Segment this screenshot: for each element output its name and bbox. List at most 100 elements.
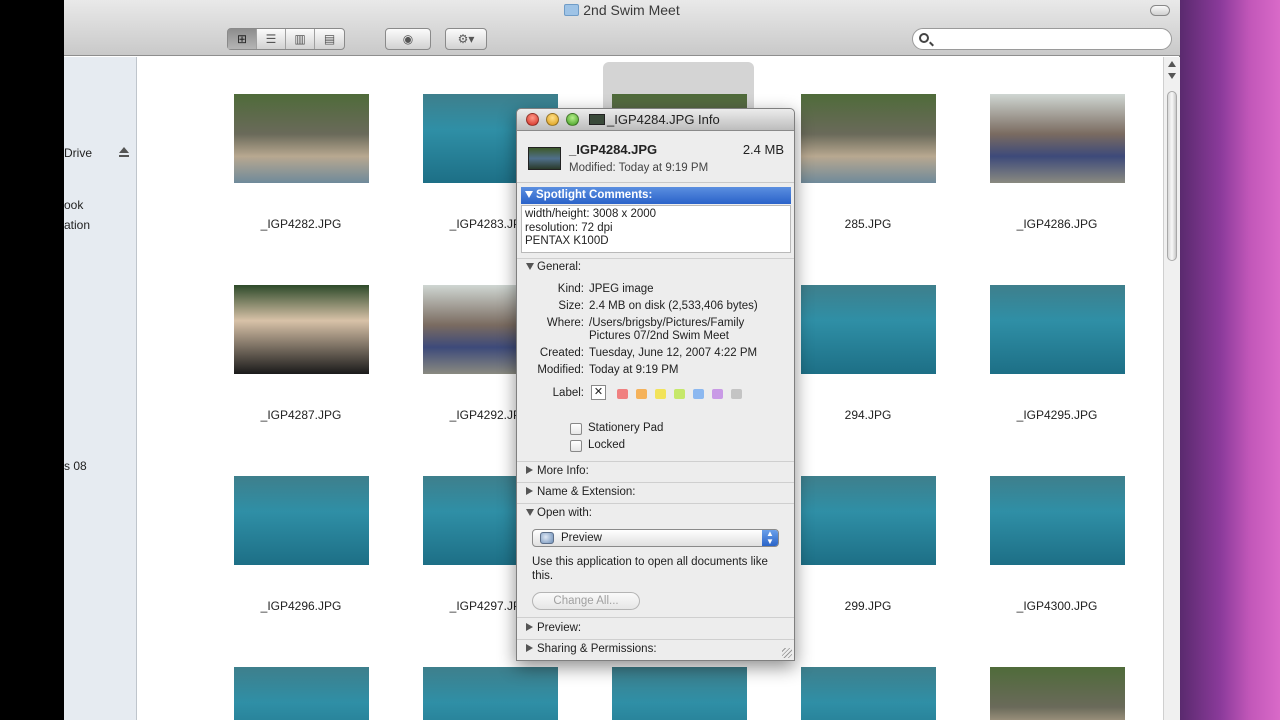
general-header-label: General:	[537, 261, 582, 273]
eject-icon[interactable]	[119, 147, 129, 157]
scroll-down-arrow-icon[interactable]	[1168, 73, 1176, 79]
thumbnail[interactable]	[990, 285, 1125, 374]
info-title-bar[interactable]: _IGP4284.JPG Info	[517, 109, 794, 131]
file-label[interactable]: _IGP4296.JPG	[221, 599, 381, 613]
file-modified: Modified: Today at 9:19 PM	[569, 162, 709, 174]
disclosure-triangle-icon	[526, 487, 533, 495]
gear-icon: ⚙▾	[457, 32, 475, 46]
section-divider	[517, 617, 794, 618]
resize-grip-icon[interactable]	[782, 648, 792, 658]
open-with-app-name: Preview	[561, 532, 602, 544]
label-purple-swatch[interactable]	[712, 389, 723, 399]
kind-value: JPEG image	[589, 283, 654, 295]
locked-label: Locked	[588, 439, 626, 451]
thumbnail[interactable]	[234, 285, 369, 374]
file-label[interactable]: 299.JPG	[818, 599, 918, 613]
vertical-scrollbar[interactable]	[1163, 57, 1180, 720]
modified-value: Today at 9:19 PM	[589, 364, 679, 376]
sidebar-item-book[interactable]: ook	[64, 198, 83, 212]
section-divider	[517, 482, 794, 483]
coverflow-view-icon[interactable]: ▤	[315, 29, 344, 49]
thumbnail[interactable]	[801, 476, 936, 565]
change-all-button[interactable]: Change All...	[532, 592, 640, 610]
label-key: Label:	[552, 387, 584, 399]
label-green-swatch[interactable]	[674, 389, 685, 399]
open-with-description: Use this application to open all documen…	[532, 556, 768, 582]
thumbnail[interactable]	[234, 476, 369, 565]
locked-checkbox[interactable]	[570, 440, 582, 452]
label-yellow-swatch[interactable]	[655, 389, 666, 399]
minimize-button[interactable]	[546, 113, 559, 126]
close-button[interactable]	[526, 113, 539, 126]
zoom-button[interactable]	[566, 113, 579, 126]
file-label[interactable]: 294.JPG	[818, 408, 918, 422]
label-none-button[interactable]: ✕	[591, 385, 606, 400]
info-title: _IGP4284.JPG Info	[589, 112, 720, 127]
section-divider	[517, 503, 794, 504]
file-preview-icon	[528, 147, 561, 170]
sidebar-item-drive[interactable]: Drive	[64, 146, 92, 160]
disclosure-triangle-icon	[526, 509, 534, 516]
preview-app-icon	[540, 532, 554, 544]
desktop-background	[1180, 0, 1280, 720]
view-mode-segmented-control[interactable]: ⊞ ☰ ▥ ▤	[227, 28, 345, 50]
title-bar: 2nd Swim Meet ⊞ ☰ ▥ ▤ ◉ ⚙▾	[64, 0, 1180, 56]
where-value: /Users/brigsby/Pictures/Family Pictures …	[589, 317, 745, 342]
thumbnail[interactable]	[612, 667, 747, 720]
thumbnail[interactable]	[990, 94, 1125, 183]
label-red-swatch[interactable]	[617, 389, 628, 399]
open-with-section-header[interactable]: Open with:	[526, 507, 592, 519]
thumbnail[interactable]	[423, 667, 558, 720]
sharing-permissions-label: Sharing & Permissions:	[537, 643, 657, 655]
size-value: 2.4 MB on disk (2,533,406 bytes)	[589, 300, 758, 312]
label-blue-swatch[interactable]	[693, 389, 704, 399]
file-label[interactable]: _IGP4286.JPG	[977, 217, 1137, 231]
spotlight-comments-header[interactable]: Spotlight Comments:	[521, 187, 791, 204]
stationery-pad-checkbox[interactable]	[570, 423, 582, 435]
search-icon	[919, 33, 929, 43]
thumbnail[interactable]	[990, 667, 1125, 720]
sidebar-item-08[interactable]: s 08	[64, 459, 87, 473]
file-label[interactable]: 285.JPG	[818, 217, 918, 231]
sharing-permissions-section-header[interactable]: Sharing & Permissions:	[526, 643, 657, 655]
thumbnail[interactable]	[801, 285, 936, 374]
search-input[interactable]	[912, 28, 1172, 50]
file-label[interactable]: _IGP4295.JPG	[977, 408, 1137, 422]
thumbnail[interactable]	[234, 667, 369, 720]
quicklook-button[interactable]: ◉	[385, 28, 431, 50]
thumbnail[interactable]	[990, 476, 1125, 565]
sidebar-item-application[interactable]: ation	[64, 218, 90, 232]
disclosure-triangle-icon	[525, 191, 533, 198]
file-size: 2.4 MB	[742, 142, 784, 157]
toolbar-toggle-button[interactable]	[1150, 5, 1170, 16]
icon-view-icon[interactable]: ⊞	[228, 29, 257, 49]
file-label[interactable]: _IGP4287.JPG	[221, 408, 381, 422]
column-view-icon[interactable]: ▥	[286, 29, 315, 49]
sidebar: Drive ook ation s 08	[64, 57, 137, 720]
kind-key: Kind:	[557, 283, 584, 295]
thumbnail[interactable]	[801, 94, 936, 183]
more-info-section-header[interactable]: More Info:	[526, 465, 589, 477]
size-key: Size:	[558, 300, 584, 312]
label-gray-swatch[interactable]	[731, 389, 742, 399]
open-with-select[interactable]: Preview ▲ ▼	[532, 529, 779, 547]
scroll-thumb[interactable]	[1167, 91, 1177, 261]
disclosure-triangle-icon	[526, 644, 533, 652]
scroll-up-arrow-icon[interactable]	[1168, 61, 1176, 67]
list-view-icon[interactable]: ☰	[257, 29, 286, 49]
label-orange-swatch[interactable]	[636, 389, 647, 399]
name-extension-label: Name & Extension:	[537, 486, 636, 498]
file-label[interactable]: _IGP4282.JPG	[221, 217, 381, 231]
general-section-header[interactable]: General:	[526, 261, 581, 273]
thumbnail[interactable]	[234, 94, 369, 183]
file-label[interactable]: _IGP4300.JPG	[977, 599, 1137, 613]
section-divider	[517, 639, 794, 640]
preview-section-header[interactable]: Preview:	[526, 622, 581, 634]
spotlight-comments-field[interactable]: width/height: 3008 x 2000 resolution: 72…	[521, 205, 791, 253]
open-with-label: Open with:	[537, 507, 592, 519]
created-key: Created:	[539, 347, 584, 359]
stationery-pad-label: Stationery Pad	[588, 422, 664, 434]
thumbnail[interactable]	[801, 667, 936, 720]
name-extension-section-header[interactable]: Name & Extension:	[526, 486, 635, 498]
action-menu-button[interactable]: ⚙▾	[445, 28, 487, 50]
